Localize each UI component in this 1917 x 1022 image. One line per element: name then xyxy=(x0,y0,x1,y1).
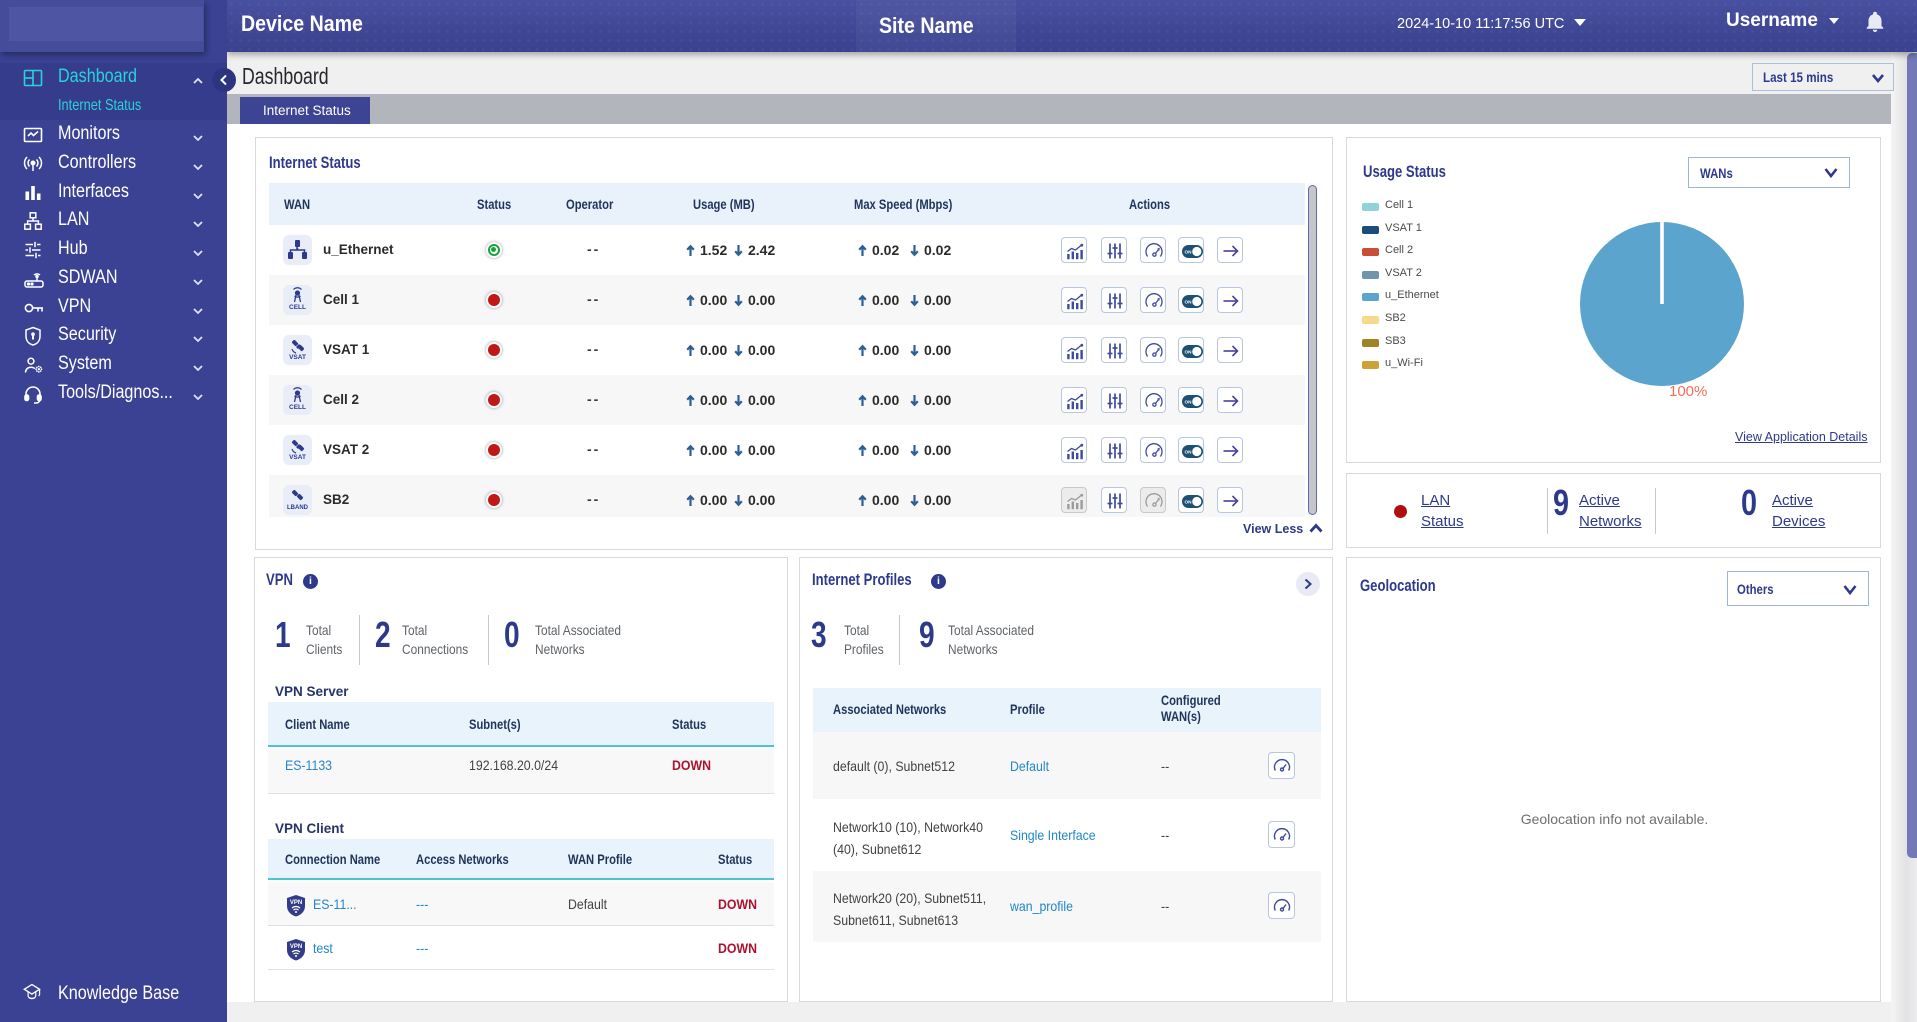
svg-text:CELL: CELL xyxy=(289,304,306,311)
svg-text:VSAT: VSAT xyxy=(289,454,306,461)
svg-text:ON: ON xyxy=(1184,349,1192,354)
svg-text:ON: ON xyxy=(1184,449,1192,454)
svg-text:ON: ON xyxy=(1184,499,1192,504)
svg-text:LBAND: LBAND xyxy=(287,505,309,511)
svg-text:ON: ON xyxy=(1184,399,1192,404)
svg-text:ON: ON xyxy=(1184,299,1192,304)
svg-text:VPN: VPN xyxy=(290,900,302,906)
svg-text:CELL: CELL xyxy=(289,404,306,411)
svg-text:VPN: VPN xyxy=(290,944,302,950)
svg-text:ON: ON xyxy=(1184,249,1192,254)
svg-text:VSAT: VSAT xyxy=(289,354,306,361)
